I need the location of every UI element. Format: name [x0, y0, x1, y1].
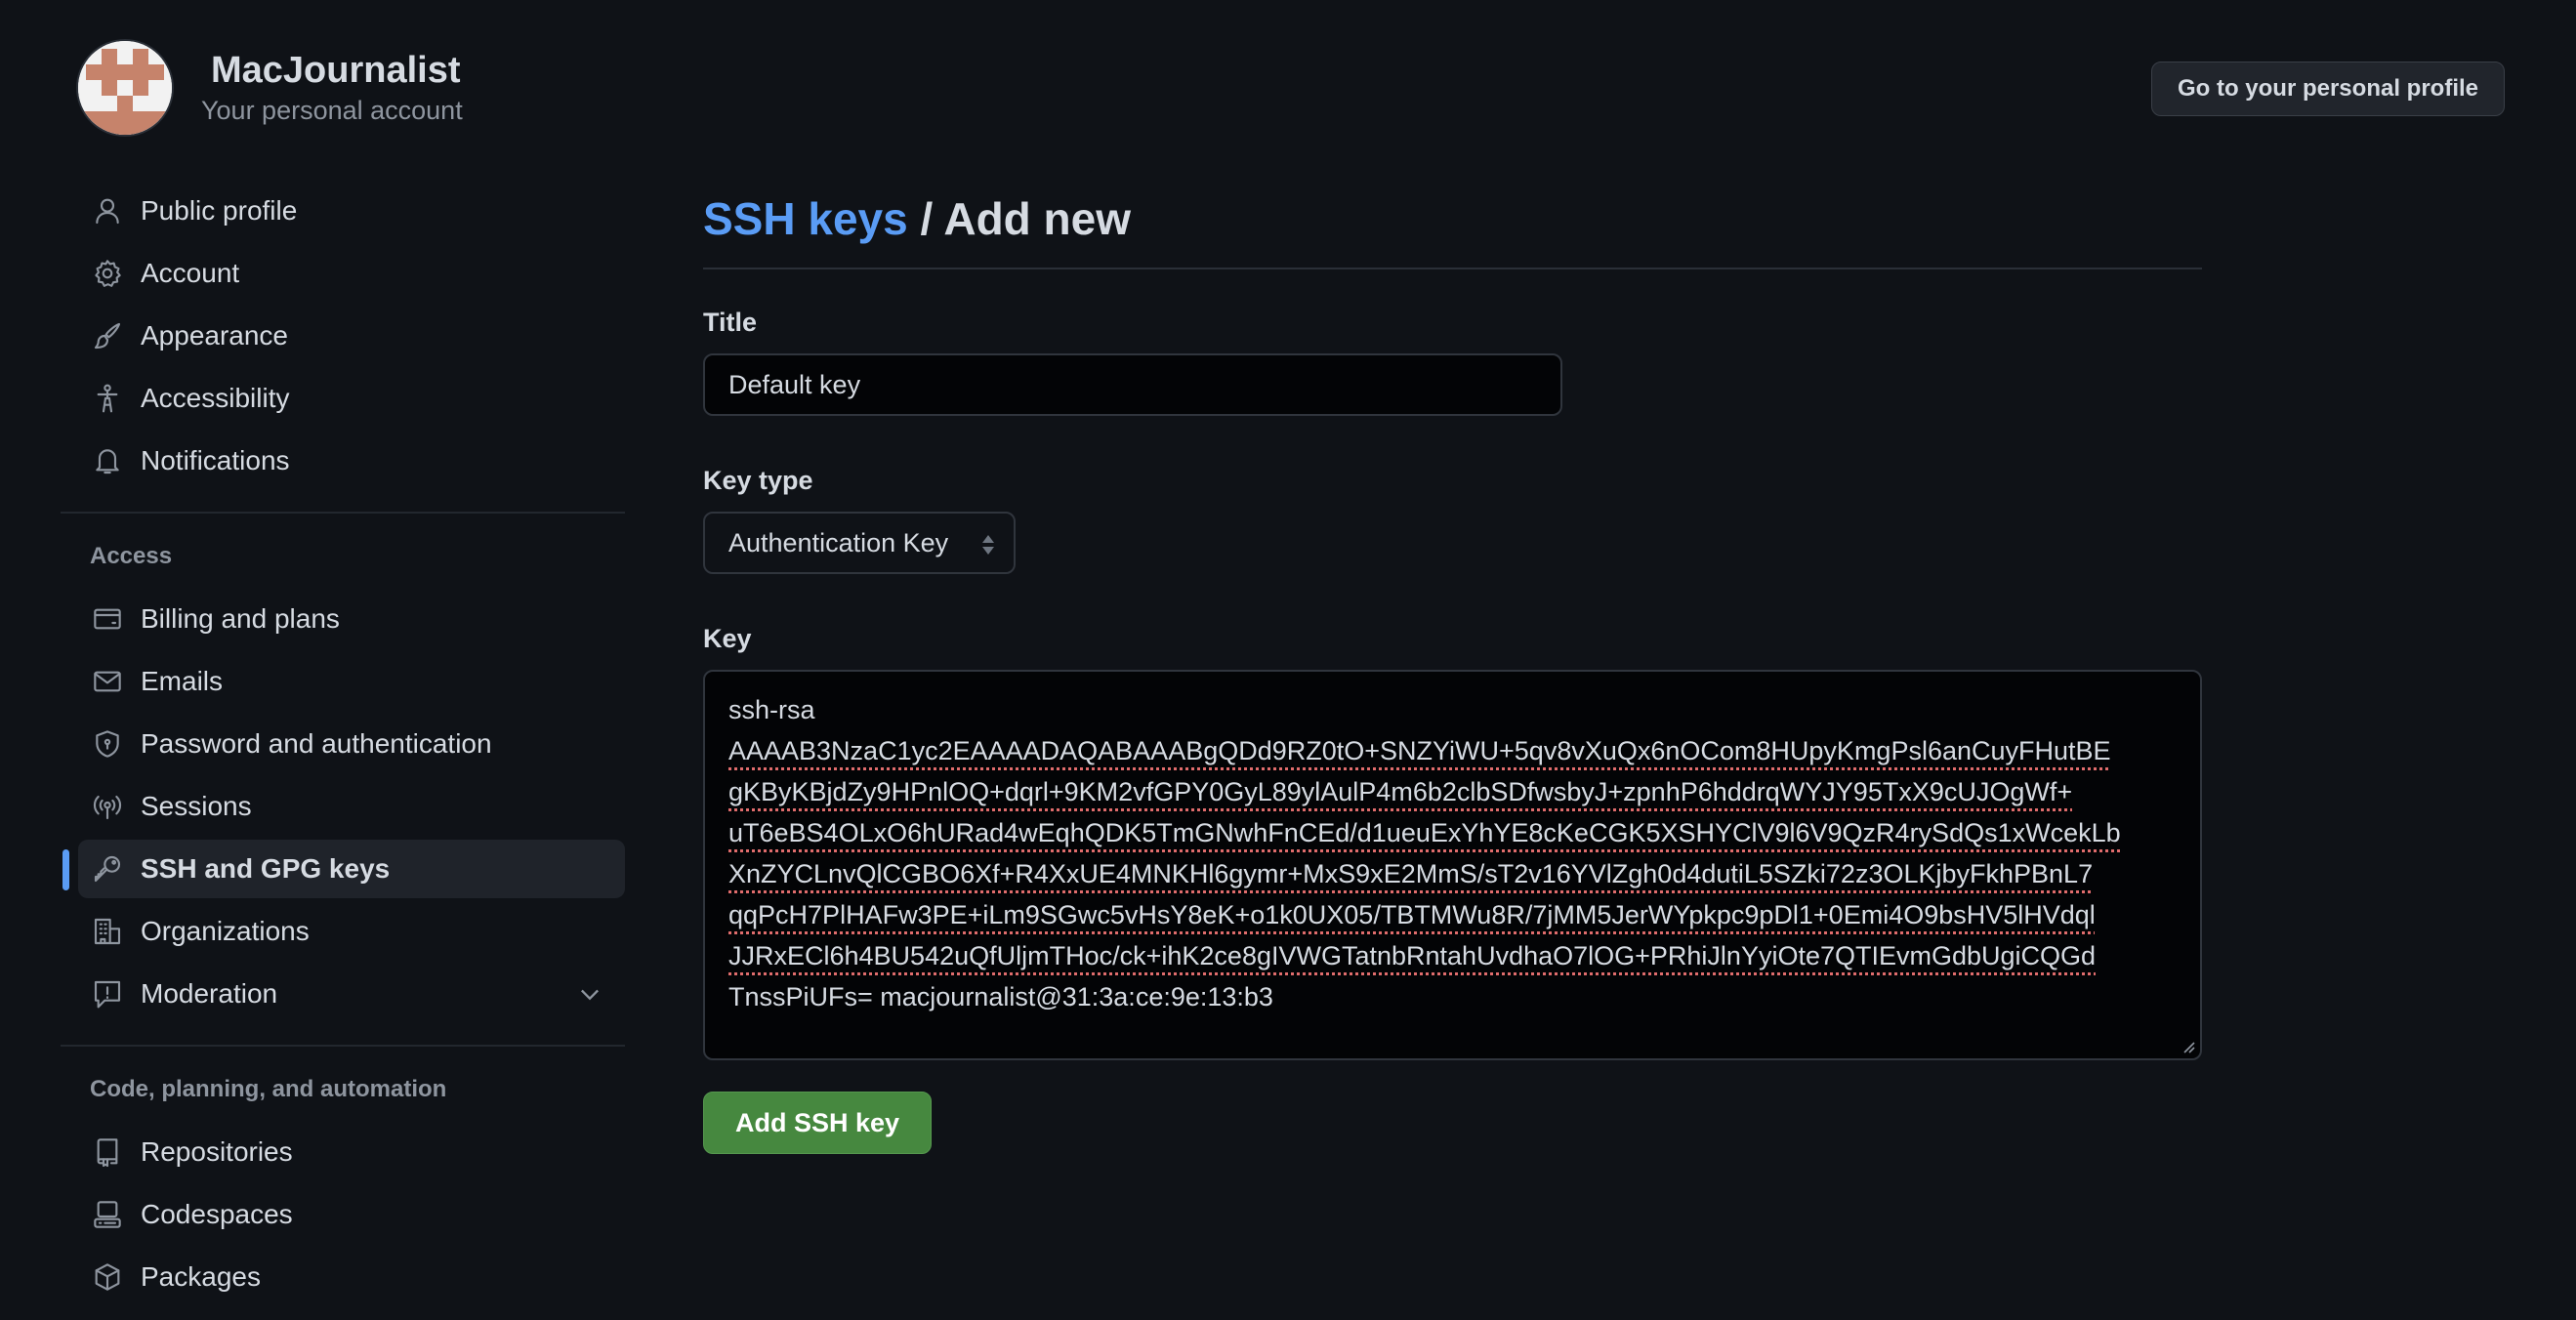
bell-icon [92, 445, 123, 476]
title-input[interactable] [703, 353, 1562, 416]
sidebar-item-appearance[interactable]: Appearance [78, 307, 625, 365]
sidebar-item-label: Notifications [141, 445, 290, 475]
select-arrows-icon [982, 535, 994, 555]
chevron-down-icon[interactable] [576, 980, 603, 1008]
sidebar-item-label: Billing and plans [141, 603, 340, 634]
sidebar-item-ssh-gpg-keys[interactable]: SSH and GPG keys [62, 840, 625, 898]
key-type-selected-value: Authentication Key [728, 527, 949, 557]
sidebar-item-label: Codespaces [141, 1199, 293, 1229]
key-type-label: Key type [703, 466, 813, 495]
sidebar-item-label: SSH and GPG keys [141, 853, 391, 884]
key-field-label: Key [703, 624, 752, 653]
breadcrumb-separator: / [907, 193, 944, 244]
add-ssh-key-form: SSH keys / Add new Title Key type Authen… [703, 182, 2202, 1154]
title-field-label: Title [703, 308, 758, 337]
package-icon [92, 1261, 123, 1293]
sidebar-item-moderation[interactable]: Moderation [78, 965, 625, 1023]
sidebar-item-notifications[interactable]: Notifications [78, 432, 625, 490]
add-ssh-key-button[interactable]: Add SSH key [703, 1092, 933, 1154]
key-line: uT6eBS4OLxO6hURad4wEqhQDK5TmGNwhFnCEd/d1… [728, 818, 2121, 847]
identicon-avatar-icon [78, 41, 172, 135]
sidebar-item-password[interactable]: Password and authentication [78, 715, 625, 773]
sidebar-item-billing[interactable]: Billing and plans [78, 590, 625, 648]
sidebar-item-sessions[interactable]: Sessions [78, 777, 625, 836]
organization-icon [92, 916, 123, 947]
go-to-profile-button[interactable]: Go to your personal profile [2150, 62, 2505, 116]
settings-sidebar: Public profile Account Appearance Access… [61, 182, 625, 1310]
account-subtitle: Your personal account [201, 96, 463, 125]
sidebar-item-packages[interactable]: Packages [78, 1248, 625, 1306]
sidebar-item-label: Organizations [141, 916, 310, 946]
accessibility-icon [92, 383, 123, 414]
credit-card-icon [92, 603, 123, 635]
avatar[interactable] [78, 41, 172, 135]
sidebar-divider [61, 512, 625, 514]
sidebar-item-organizations[interactable]: Organizations [78, 902, 625, 961]
breadcrumb-ssh-keys-link[interactable]: SSH keys [703, 193, 908, 244]
key-textarea[interactable]: ssh-rsa AAAAB3NzaC1yc2EAAAADAQABAAABgQDd… [703, 670, 2202, 1060]
sidebar-item-public-profile[interactable]: Public profile [78, 182, 625, 240]
repo-icon [92, 1136, 123, 1168]
ssh-key-settings-page: MacJournalist Your personal account Go t… [0, 0, 2576, 1320]
key-icon [92, 853, 123, 885]
gear-icon [92, 258, 123, 289]
key-line: ssh-rsa [728, 695, 815, 724]
sidebar-item-codespaces[interactable]: Codespaces [78, 1185, 625, 1244]
key-line: TnssPiUFs= macjournalist@31:3a:ce:9e:13:… [728, 982, 1273, 1011]
sidebar-item-repositories[interactable]: Repositories [78, 1123, 625, 1181]
sidebar-item-account[interactable]: Account [78, 244, 625, 303]
sidebar-item-label: Accessibility [141, 383, 290, 413]
section-label-code: Code, planning, and automation [90, 1076, 447, 1102]
username: MacJournalist [211, 50, 461, 91]
breadcrumb-current: Add new [943, 193, 1132, 244]
sidebar-item-label: Sessions [141, 791, 252, 821]
account-title-block: MacJournalist Your personal account [201, 48, 463, 128]
shield-lock-icon [92, 728, 123, 760]
sidebar-item-label: Emails [141, 666, 224, 696]
key-line: qqPcH7PlHAFw3PE+iLm9SGwc5vHsY8eK+o1k0UX0… [728, 900, 2096, 929]
sidebar-item-label: Appearance [141, 320, 289, 351]
mail-icon [92, 666, 123, 697]
sidebar-item-accessibility[interactable]: Accessibility [78, 369, 625, 428]
title-divider [703, 268, 2202, 269]
person-icon [92, 195, 123, 227]
codespaces-icon [92, 1199, 123, 1230]
sidebar-item-label: Password and authentication [141, 728, 492, 759]
sidebar-item-label: Public profile [141, 195, 298, 226]
page-title: SSH keys / Add new [703, 182, 2202, 256]
paintbrush-icon [92, 320, 123, 351]
key-type-select[interactable]: Authentication Key [703, 512, 1016, 574]
resize-handle-icon[interactable] [2181, 1039, 2196, 1054]
sidebar-item-label: Packages [141, 1261, 261, 1292]
key-line: AAAAB3NzaC1yc2EAAAADAQABAAABgQDd9RZ0tO+S… [728, 736, 2111, 765]
broadcast-icon [92, 791, 123, 822]
sidebar-item-label: Moderation [141, 978, 278, 1009]
sidebar-item-label: Repositories [141, 1136, 293, 1167]
sidebar-divider [61, 1045, 625, 1047]
key-line: gKByKBjdZy9HPnlOQ+dqrl+9KM2vfGPY0GyL89yl… [728, 777, 2073, 806]
key-line: JJRxECl6h4BU542uQfUljmTHoc/ck+ihK2ce8gIV… [728, 941, 2097, 970]
key-line: XnZYCLnvQlCGBO6Xf+R4XxUE4MNKHl6gymr+MxS9… [728, 859, 2094, 888]
account-header: MacJournalist Your personal account Go t… [78, 39, 2517, 137]
report-icon [92, 978, 123, 1010]
sidebar-item-emails[interactable]: Emails [78, 652, 625, 711]
section-label-access: Access [90, 543, 173, 569]
sidebar-item-label: Account [141, 258, 240, 288]
